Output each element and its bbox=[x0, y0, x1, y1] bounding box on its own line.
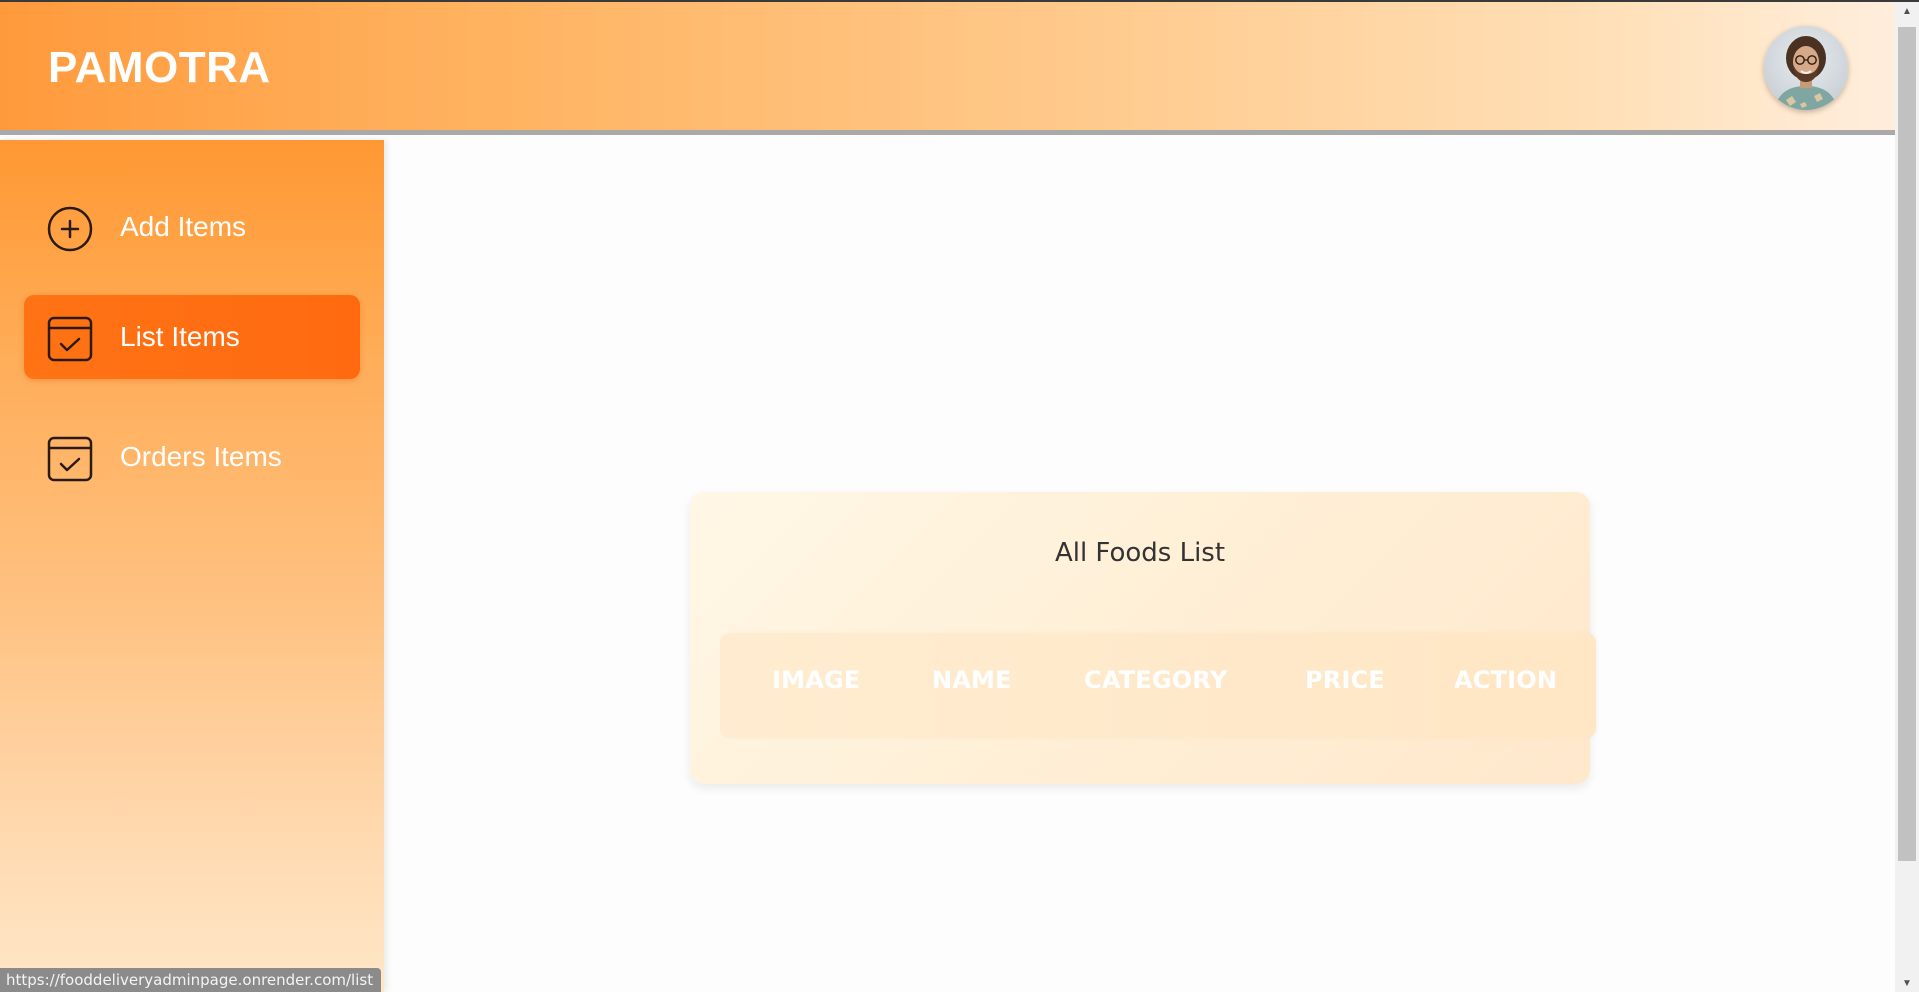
table-header-row: IMAGE NAME CATEGORY PRICE ACTION bbox=[720, 633, 1596, 738]
sidebar-item-add-items[interactable]: Add Items bbox=[24, 185, 360, 269]
sidebar-item-label: List Items bbox=[120, 321, 240, 352]
food-list-card: All Foods List IMAGE NAME CATEGORY PRICE… bbox=[690, 492, 1596, 784]
app-viewport: PAMOTRA Add Items List Items Orders Item… bbox=[0, 0, 1895, 992]
column-header-action: ACTION bbox=[1454, 666, 1558, 694]
sidebar: Add Items List Items Orders Items bbox=[0, 140, 384, 992]
sidebar-item-list-items[interactable]: List Items bbox=[24, 295, 360, 379]
column-header-name: NAME bbox=[932, 666, 1012, 694]
scrollbar-thumb[interactable] bbox=[1898, 27, 1916, 861]
column-header-image: IMAGE bbox=[772, 666, 861, 694]
plus-circle-icon bbox=[47, 206, 93, 252]
avatar-image bbox=[1764, 26, 1848, 110]
sidebar-item-label: Add Items bbox=[120, 211, 247, 242]
calendar-check-icon bbox=[47, 316, 93, 362]
top-header: PAMOTRA bbox=[0, 2, 1895, 135]
calendar-check-icon bbox=[47, 436, 93, 482]
status-bar-link-preview: https://fooddeliveryadminpage.onrender.c… bbox=[0, 968, 382, 992]
brand-logo-text[interactable]: PAMOTRA bbox=[48, 43, 271, 93]
sidebar-item-label: Orders Items bbox=[120, 441, 282, 472]
page-title: All Foods List bbox=[1054, 538, 1226, 568]
window-top-edge bbox=[0, 0, 1919, 2]
column-header-category: CATEGORY bbox=[1084, 666, 1228, 694]
scroll-down-arrow-icon[interactable]: ▼ bbox=[1895, 974, 1919, 992]
profile-avatar[interactable] bbox=[1764, 26, 1848, 110]
column-header-price: PRICE bbox=[1305, 666, 1386, 694]
scroll-up-arrow-icon[interactable]: ▲ bbox=[1895, 2, 1919, 20]
sidebar-item-orders-items[interactable]: Orders Items bbox=[24, 415, 360, 499]
